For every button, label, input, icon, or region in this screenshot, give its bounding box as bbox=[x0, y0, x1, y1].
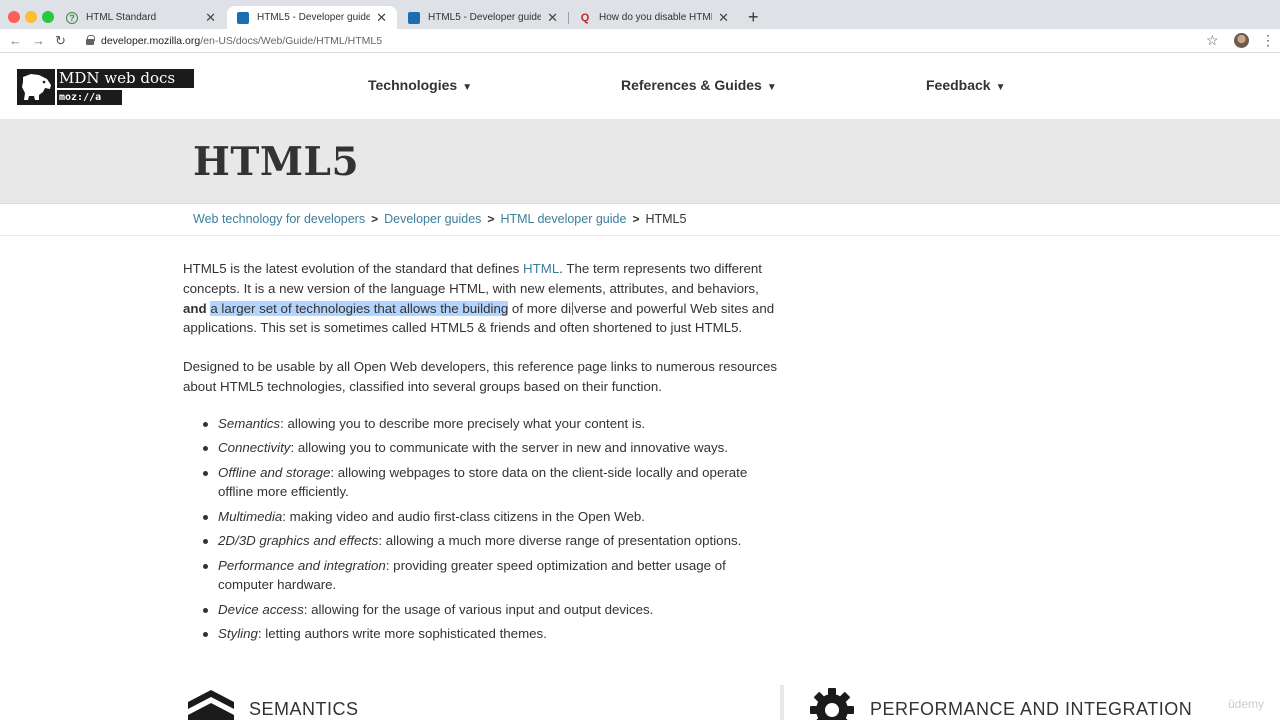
chevron-right-icon: > bbox=[371, 212, 379, 226]
bullet-term: Multimedia bbox=[218, 508, 283, 524]
url-path: /en-US/docs/Web/Guide/HTML/HTML5 bbox=[200, 35, 383, 47]
nav-label: References & Guides bbox=[621, 77, 762, 93]
back-arrow-icon[interactable]: ← bbox=[9, 33, 22, 48]
breadcrumb-link[interactable]: HTML developer guide bbox=[500, 212, 626, 226]
url-domain: developer.mozilla.org bbox=[101, 35, 201, 47]
chevron-right-icon: > bbox=[487, 212, 495, 226]
bullet-text: : allowing for the usage of various inpu… bbox=[303, 601, 654, 617]
gear-icon bbox=[810, 688, 854, 720]
list-item: 2D/3D graphics and effects: allowing a m… bbox=[201, 531, 783, 551]
tab-close-icon[interactable]: ✕ bbox=[376, 10, 387, 26]
list-item: Performance and integration: providing g… bbox=[201, 556, 783, 596]
tab-title: HTML Standard bbox=[86, 12, 157, 23]
breadcrumb: Web technology for developers > Developer … bbox=[0, 203, 1280, 236]
tab-title: HTML5 - Developer guides | M bbox=[257, 12, 371, 23]
menu-kebab-icon[interactable]: ⋮ bbox=[1261, 32, 1275, 49]
browser-tab-bar: ? HTML Standard ✕ HTML5 - Developer guid… bbox=[0, 0, 1280, 29]
tab-title: HTML5 - Developer guides | M bbox=[428, 12, 542, 23]
html-link[interactable]: HTML bbox=[523, 261, 559, 276]
bullet-term: Device access bbox=[218, 601, 304, 617]
mdn-icon bbox=[408, 11, 420, 24]
bullet-text: : making video and audio first-class cit… bbox=[282, 508, 645, 524]
list-item: Semantics: allowing you to describe more… bbox=[201, 414, 783, 434]
nav-feedback[interactable]: Feedback ▼ bbox=[926, 77, 1006, 93]
list-item: Styling: letting authors write more soph… bbox=[201, 624, 783, 644]
list-item: Multimedia: making video and audio first… bbox=[201, 507, 783, 527]
chevron-right-icon: > bbox=[632, 212, 640, 226]
profile-avatar[interactable] bbox=[1234, 33, 1249, 48]
caret-down-icon: ▼ bbox=[766, 82, 777, 93]
url-field[interactable]: developer.mozilla.org/en-US/docs/Web/Gui… bbox=[101, 35, 382, 47]
bullet-term: Styling bbox=[218, 626, 258, 642]
browser-tab[interactable]: ? HTML Standard ✕ bbox=[56, 6, 226, 29]
caret-down-icon: ▼ bbox=[995, 82, 1006, 93]
address-bar: ← → ↻ developer.mozilla.org/en-US/docs/W… bbox=[0, 29, 1280, 53]
caret-down-icon: ▼ bbox=[462, 82, 473, 93]
bullet-text: : allowing you to communicate with the s… bbox=[290, 440, 728, 456]
quora-icon: Q bbox=[580, 11, 590, 24]
whatwg-icon: ? bbox=[66, 11, 78, 24]
nav-references-guides[interactable]: References & Guides ▼ bbox=[621, 77, 777, 93]
semantics-chevrons-icon bbox=[188, 690, 234, 720]
bullet-term: Performance and integration bbox=[218, 557, 386, 573]
feature-list: Semantics: allowing you to describe more… bbox=[201, 414, 783, 644]
tab-close-icon[interactable]: ✕ bbox=[718, 10, 729, 26]
nav-label: Technologies bbox=[368, 77, 458, 93]
selected-text[interactable]: a larger set of technologies that allows… bbox=[210, 300, 509, 316]
section-divider bbox=[780, 685, 784, 720]
bullet-term: Offline and storage bbox=[218, 464, 331, 480]
logo-wordmark: MDN web docs bbox=[57, 69, 194, 88]
tab-close-icon[interactable]: ✕ bbox=[547, 10, 558, 26]
intro-paragraph-2: Designed to be usable by all Open Web de… bbox=[183, 359, 778, 394]
nav-label: Feedback bbox=[926, 77, 991, 93]
lock-icon bbox=[86, 35, 95, 45]
tab-title: How do you disable HTML5 in bbox=[599, 12, 712, 23]
breadcrumb-link[interactable]: Web technology for developers bbox=[193, 212, 365, 226]
nav-technologies[interactable]: Technologies ▼ bbox=[368, 77, 472, 93]
forward-arrow-icon[interactable]: → bbox=[32, 33, 45, 48]
mozilla-wordmark: moz://a bbox=[57, 90, 122, 105]
bullet-term: 2D/3D graphics and effects bbox=[218, 533, 379, 549]
dinosaur-icon bbox=[17, 69, 55, 105]
title-band: HTML5 bbox=[0, 119, 1280, 203]
window-close-button[interactable] bbox=[8, 11, 20, 23]
bullet-text: : allowing a much more diverse range of … bbox=[378, 533, 742, 549]
mdn-logo[interactable]: MDN web docs moz://a bbox=[17, 69, 194, 105]
section-title-performance: PERFORMANCE AND INTEGRATION bbox=[870, 699, 1193, 719]
browser-tab[interactable]: Q How do you disable HTML5 in ✕ bbox=[569, 6, 739, 29]
list-item: Offline and storage: allowing webpages t… bbox=[201, 463, 783, 503]
breadcrumb-current: HTML5 bbox=[645, 212, 687, 226]
list-item: Device access: allowing for the usage of… bbox=[201, 600, 783, 620]
browser-tab[interactable]: HTML5 - Developer guides | M ✕ bbox=[398, 6, 568, 29]
breadcrumb-link[interactable]: Developer guides bbox=[384, 212, 481, 226]
new-tab-button[interactable]: + bbox=[748, 7, 759, 28]
mdn-icon bbox=[237, 11, 249, 24]
section-title-semantics: SEMANTICS bbox=[249, 699, 359, 719]
text-run: HTML5 is the latest evolution of the sta… bbox=[183, 261, 524, 276]
browser-tab-active[interactable]: HTML5 - Developer guides | M ✕ bbox=[227, 6, 397, 29]
bullet-text: : allowing you to describe more precisel… bbox=[280, 415, 646, 431]
bullet-term: Connectivity bbox=[218, 440, 291, 456]
udemy-watermark: ûdemy bbox=[1228, 697, 1265, 711]
intro-paragraph: HTML5 is the latest evolution of the sta… bbox=[183, 259, 783, 338]
page-title: HTML5 bbox=[193, 139, 360, 185]
list-item: Connectivity: allowing you to communicat… bbox=[201, 438, 783, 458]
bookmark-star-icon[interactable]: ☆ bbox=[1206, 32, 1219, 49]
bold-text: and bbox=[183, 300, 207, 316]
bullet-text: : letting authors write more sophisticat… bbox=[257, 626, 547, 642]
text-run: of more di bbox=[508, 300, 572, 316]
site-header: MDN web docs moz://a Technologies ▼ Refer… bbox=[0, 53, 1280, 119]
article-body: HTML5 is the latest evolution of the sta… bbox=[183, 259, 783, 649]
bullet-term: Semantics bbox=[218, 415, 281, 431]
window-minimize-button[interactable] bbox=[25, 11, 37, 23]
tab-close-icon[interactable]: ✕ bbox=[205, 10, 216, 26]
text-cursor-icon bbox=[572, 301, 574, 315]
window-zoom-button[interactable] bbox=[42, 11, 54, 23]
reload-icon[interactable]: ↻ bbox=[55, 33, 66, 49]
